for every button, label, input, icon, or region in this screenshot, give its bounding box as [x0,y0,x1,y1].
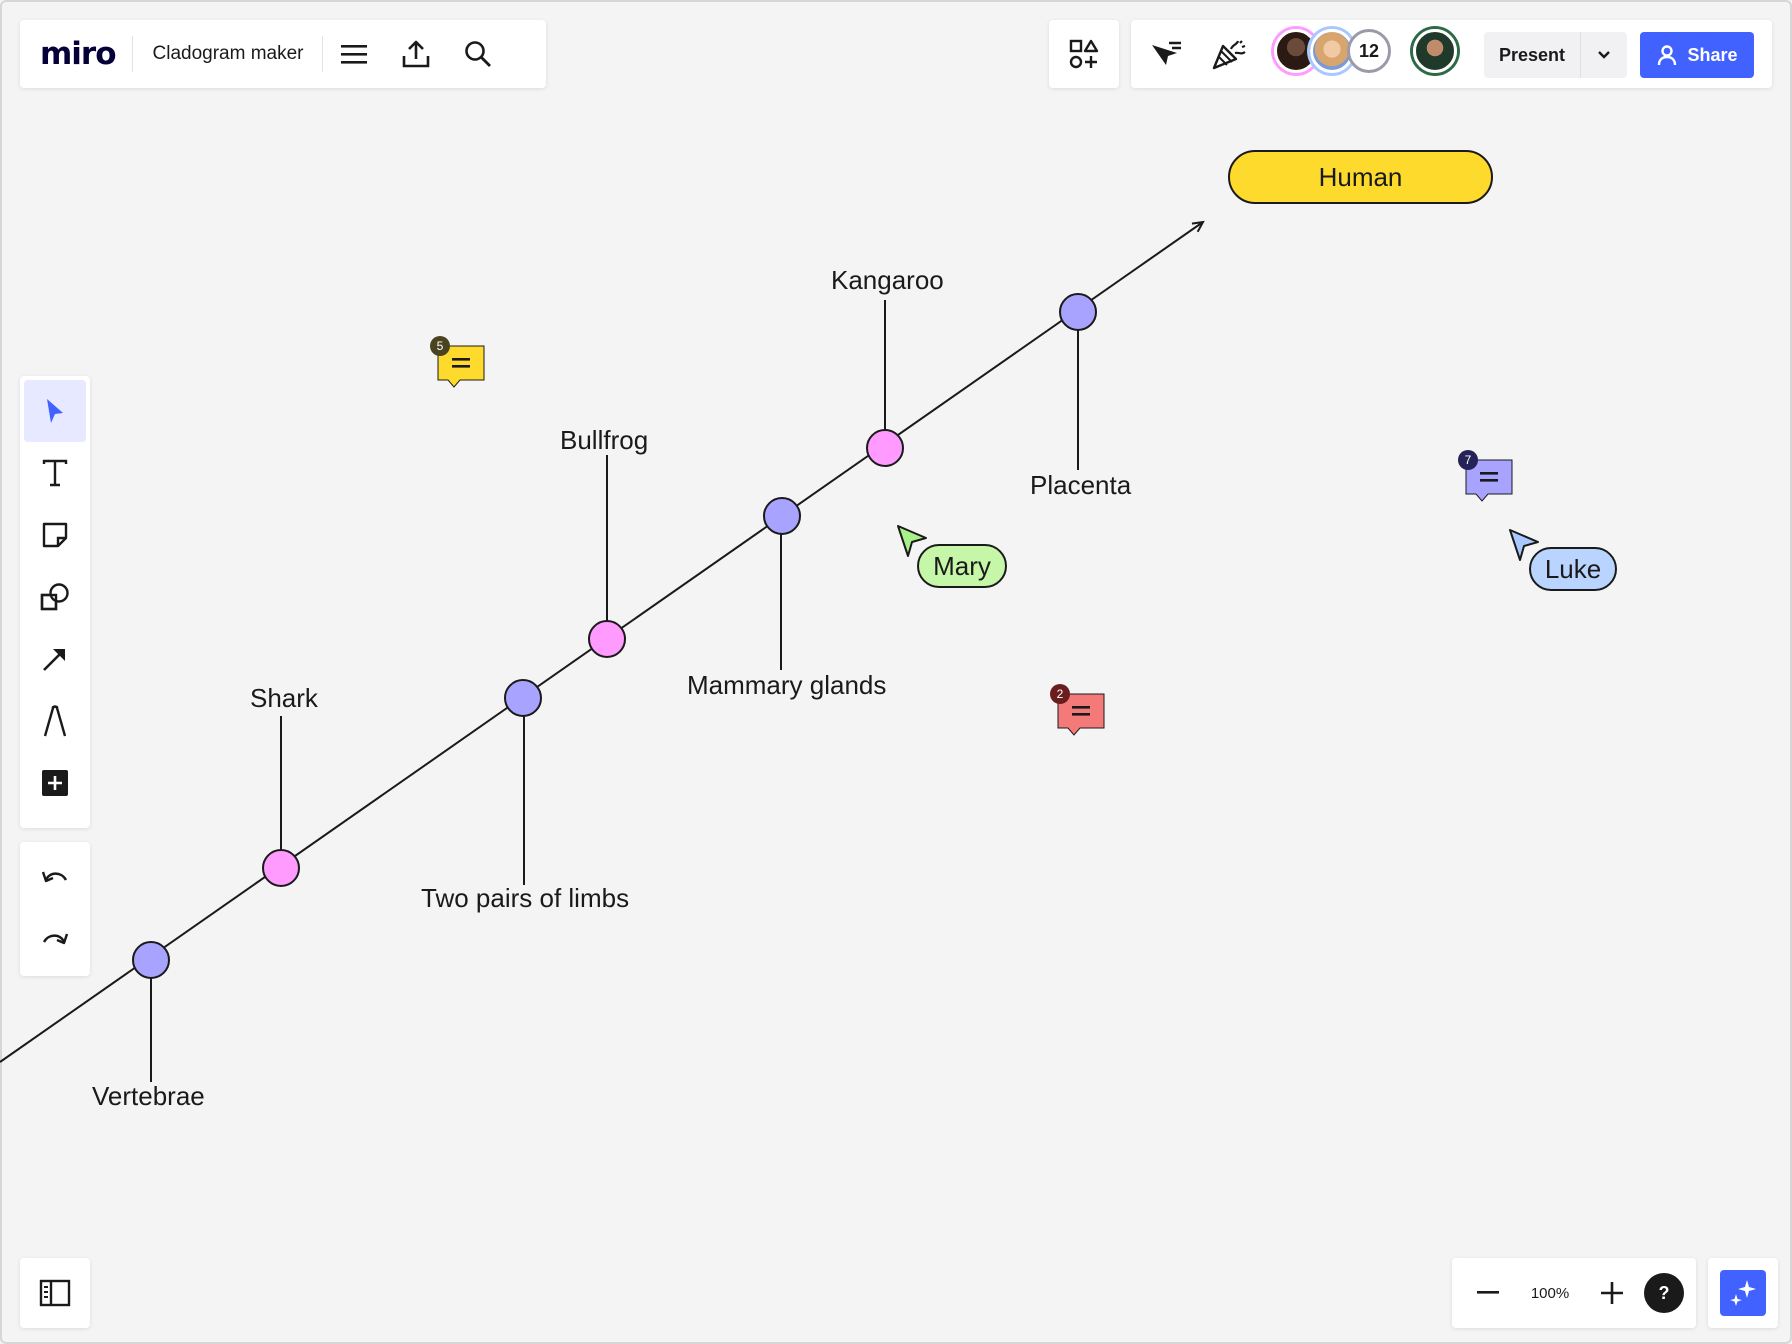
cursor-name: Mary [933,550,991,581]
node-placenta[interactable] [1059,293,1097,331]
zoom-out-button[interactable] [1464,1262,1512,1324]
comment-yellow[interactable]: 5 [430,336,490,397]
user-icon [1658,45,1677,66]
select-cursor-icon [47,399,63,423]
ai-assistant-panel [1708,1258,1778,1328]
zoom-in-button[interactable] [1588,1262,1636,1324]
shapes-icon [40,583,69,611]
sidebar-panel-icon [39,1279,71,1307]
share-label: Share [1687,44,1738,65]
comment-icon: 2 [1050,684,1105,736]
text-tool[interactable] [24,442,86,504]
apps-button[interactable] [1053,23,1115,85]
redo-button[interactable] [24,908,86,970]
search-icon [464,41,491,67]
sparkle-icon [1730,1280,1756,1306]
label-kangaroo[interactable]: Kangaroo [831,265,944,296]
node-two-pairs-of-limbs[interactable] [504,679,542,717]
label-shark[interactable]: Shark [250,683,318,714]
cladogram-canvas[interactable] [0,0,1792,1344]
label-mammary-glands[interactable]: Mammary glands [687,670,886,701]
export-button[interactable] [385,23,447,85]
present-split-button: Present [1484,32,1627,78]
more-tools-button[interactable] [24,752,86,814]
node-bullfrog[interactable] [588,620,626,658]
comment-icon: 7 [1458,450,1513,502]
cursor-tag-mary: Mary [917,544,1007,588]
pen-icon [43,705,67,737]
party-popper-icon [1212,40,1246,70]
sticky-note-icon [42,522,68,548]
chevron-down-icon [1598,51,1610,59]
label-placenta[interactable]: Placenta [1030,470,1131,501]
ai-assistant-button[interactable] [1720,1270,1766,1316]
board-title[interactable]: Cladogram maker [133,43,322,65]
outcome-human-label: Human [1318,161,1403,192]
cursor-name: Luke [1544,553,1602,584]
help-button[interactable]: ? [1644,1273,1684,1313]
text-icon [42,459,68,487]
hamburger-icon [340,45,367,64]
creation-toolbar [20,376,90,828]
comment-purple[interactable]: 7 [1458,450,1518,511]
help-label: ? [1658,1282,1670,1303]
zoom-level[interactable]: 100% [1520,1285,1580,1302]
present-button[interactable]: Present [1484,45,1580,66]
label-two-pairs-of-limbs[interactable]: Two pairs of limbs [421,883,629,914]
minus-icon [1477,1291,1499,1294]
board-header-panel: miro Cladogram maker [20,20,546,88]
present-options-button[interactable] [1581,32,1627,78]
menu-button[interactable] [323,23,385,85]
redo-icon [42,933,69,945]
history-toolbar [20,842,90,976]
node-vertebrae[interactable] [132,941,170,979]
current-user-avatar[interactable] [1413,29,1457,73]
outcome-human-shape[interactable]: Human [1228,150,1493,204]
comment-count: 7 [1465,453,1472,467]
label-bullfrog[interactable]: Bullfrog [560,425,648,456]
comment-count: 2 [1057,687,1064,701]
sticky-note-tool[interactable] [24,504,86,566]
node-kangaroo[interactable] [866,429,904,467]
upload-icon [402,40,429,68]
miro-logo[interactable]: miro [20,36,132,72]
plus-icon [1601,1282,1623,1304]
zoom-controls: 100% ? [1452,1258,1696,1328]
comment-red[interactable]: 2 [1050,684,1110,745]
celebrate-button[interactable] [1198,23,1260,85]
arrow-line-icon [43,649,65,671]
collaborator-count-badge[interactable]: 12 [1347,29,1391,73]
node-shark[interactable] [262,849,300,887]
apps-panel [1049,20,1119,88]
search-button[interactable] [447,23,509,85]
node-mammary-glands[interactable] [763,497,801,535]
label-vertebrae[interactable]: Vertebrae [92,1081,205,1112]
plus-square-icon [42,770,68,796]
undo-button[interactable] [24,846,86,908]
collaborator-count: 12 [1358,40,1380,61]
share-button[interactable]: Share [1640,32,1754,78]
cursor-filter-button[interactable] [1135,23,1197,85]
apps-icon [1069,39,1099,69]
shapes-tool[interactable] [24,566,86,628]
select-tool[interactable] [24,380,86,442]
comment-count: 5 [437,339,444,353]
comment-icon: 5 [430,336,485,388]
cursor-tag-luke: Luke [1529,547,1617,591]
cursor-filter-icon [1152,41,1181,65]
frames-panel-toggle[interactable] [20,1258,90,1328]
undo-icon [41,871,68,883]
pen-tool[interactable] [24,690,86,752]
connection-line-tool[interactable] [24,628,86,690]
